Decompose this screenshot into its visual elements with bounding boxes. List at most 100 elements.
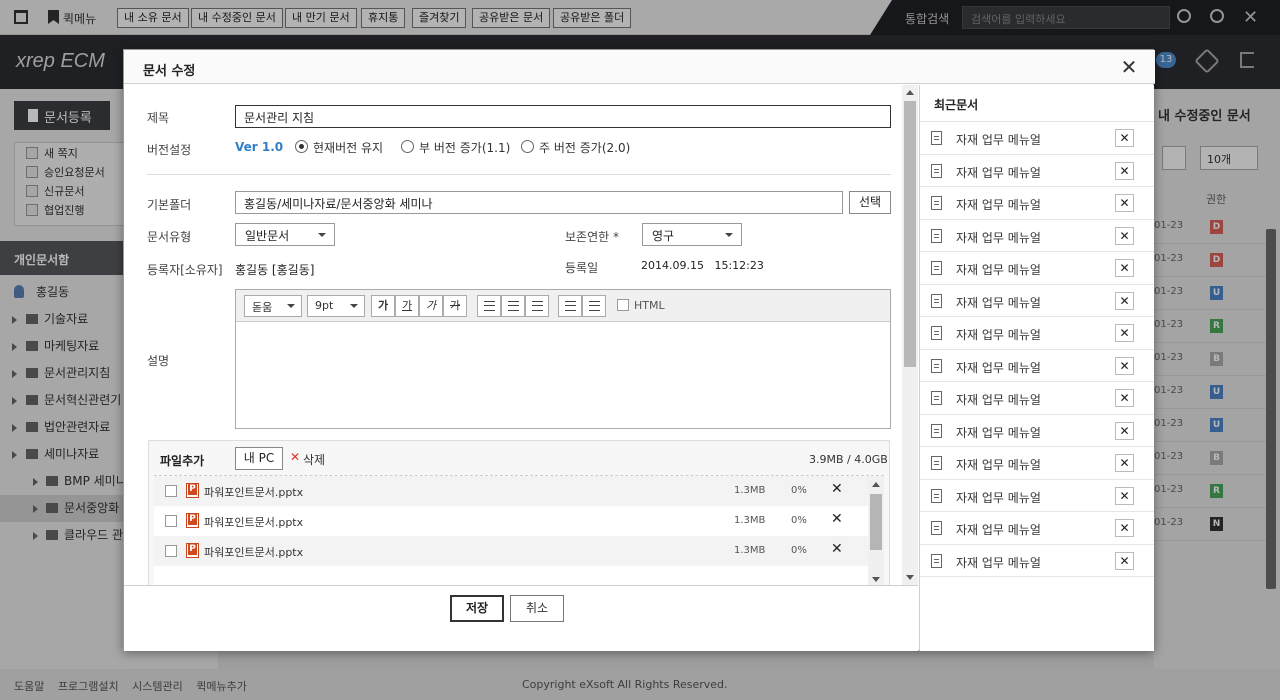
indent-button[interactable] [558,295,582,317]
select-folder-button[interactable]: 선택 [849,191,891,214]
indent-icon [565,301,576,311]
underline-button[interactable]: 가 [395,295,419,317]
document-icon [931,456,942,470]
scroll-down-icon[interactable] [872,577,880,582]
recent-documents-title: 최근문서 [934,98,979,112]
recent-document-name[interactable]: 자재 업무 메뉴얼 [956,521,1041,538]
description-label: 설명 [147,354,170,368]
remove-recent-icon[interactable]: ✕ [1115,226,1134,245]
recent-document-name[interactable]: 자재 업무 메뉴얼 [956,456,1041,473]
recent-document-item[interactable]: 자재 업무 메뉴얼 ✕ [920,415,1154,447]
recent-document-item[interactable]: 자재 업무 메뉴얼 ✕ [920,252,1154,285]
font-size-select[interactable]: 9pt [307,295,365,317]
close-icon[interactable]: ✕ [1118,56,1140,78]
scroll-thumb[interactable] [904,101,916,367]
recent-document-name[interactable]: 자재 업무 메뉴얼 [956,554,1041,571]
recent-document-name[interactable]: 자재 업무 메뉴얼 [956,131,1041,148]
remove-file-icon[interactable]: ✕ [831,511,843,527]
remove-recent-icon[interactable]: ✕ [1115,421,1134,440]
retention-label: 보존연한 * [565,230,619,244]
strikethrough-button[interactable]: 가 [443,295,467,317]
file-checkbox[interactable] [165,485,177,497]
font-size-value: 9pt [315,299,334,312]
modal-header: 문서 수정 ✕ [124,50,1155,84]
folder-path-input[interactable]: 홍길동/세미나자료/문서중앙화 세미나 [235,191,843,214]
save-button[interactable]: 저장 [450,595,504,622]
retention-select[interactable]: 영구 [642,223,742,246]
recent-document-name[interactable]: 자재 업무 메뉴얼 [956,164,1041,181]
recent-document-name[interactable]: 자재 업무 메뉴얼 [956,359,1041,376]
recent-document-item[interactable]: 자재 업무 메뉴얼 ✕ [920,512,1154,545]
recent-document-name[interactable]: 자재 업무 메뉴얼 [956,261,1041,278]
remove-recent-icon[interactable]: ✕ [1115,486,1134,505]
doc-type-select[interactable]: 일반문서 [235,223,335,246]
recent-document-item[interactable]: 자재 업무 메뉴얼 ✕ [920,480,1154,512]
recent-document-name[interactable]: 자재 업무 메뉴얼 [956,391,1041,408]
recent-document-name[interactable]: 자재 업무 메뉴얼 [956,196,1041,213]
scroll-thumb[interactable] [870,494,882,550]
form-scrollbar[interactable] [902,85,918,585]
recent-document-item[interactable]: 자재 업무 메뉴얼 ✕ [920,155,1154,187]
title-input[interactable]: 문서관리 지침 [235,105,891,128]
remove-recent-icon[interactable]: ✕ [1115,519,1134,537]
file-list-scrollbar[interactable] [868,476,884,585]
document-icon [931,553,942,568]
remove-recent-icon[interactable]: ✕ [1115,551,1134,570]
align-center-button[interactable] [501,295,525,317]
file-checkbox[interactable] [165,515,177,527]
scroll-down-icon[interactable] [906,575,914,580]
recent-document-item[interactable]: 자재 업무 메뉴얼 ✕ [920,122,1154,155]
remove-file-icon[interactable]: ✕ [831,541,843,557]
recent-document-name[interactable]: 자재 업무 메뉴얼 [956,229,1041,246]
remove-recent-icon[interactable]: ✕ [1115,356,1134,375]
recent-document-item[interactable]: 자재 업무 메뉴얼 ✕ [920,220,1154,252]
recent-document-item[interactable]: 자재 업무 메뉴얼 ✕ [920,317,1154,350]
recent-document-item[interactable]: 자재 업무 메뉴얼 ✕ [920,350,1154,382]
recent-document-item[interactable]: 자재 업무 메뉴얼 ✕ [920,285,1154,317]
radio-keep-version[interactable]: 현재버전 유지 [295,139,383,156]
recent-document-name[interactable]: 자재 업무 메뉴얼 [956,326,1041,343]
cancel-button[interactable]: 취소 [510,595,564,622]
file-checkbox[interactable] [165,545,177,557]
file-progress: 0% [791,545,807,556]
form-area: 제목 문서관리 지침 버전설정 Ver 1.0 현재버전 유지 부 버전 증가(… [124,85,918,585]
align-right-button[interactable] [525,295,549,317]
remove-recent-icon[interactable]: ✕ [1115,291,1134,310]
recent-document-item[interactable]: 자재 업무 메뉴얼 ✕ [920,382,1154,415]
recent-document-name[interactable]: 자재 업무 메뉴얼 [956,294,1041,311]
recent-document-name[interactable]: 자재 업무 메뉴얼 [956,424,1041,441]
recent-document-item[interactable]: 자재 업무 메뉴얼 ✕ [920,447,1154,480]
file-attach-box: 파일추가 내 PC 삭제 3.9MB / 4.0GB 파워포인트문서.pptx … [148,440,890,585]
radio-minor-version[interactable]: 부 버전 증가(1.1) [401,139,510,156]
chevron-down-icon [725,233,733,237]
powerpoint-file-icon [186,483,199,498]
recent-document-item[interactable]: 자재 업무 메뉴얼 ✕ [920,545,1154,577]
radio-major-version[interactable]: 주 버전 증가(2.0) [521,139,630,156]
document-icon [931,391,942,405]
html-mode-checkbox[interactable] [617,299,629,311]
remove-file-icon[interactable]: ✕ [831,481,843,497]
version-value: Ver 1.0 [235,140,284,154]
remove-recent-icon[interactable]: ✕ [1115,259,1134,277]
recent-document-name[interactable]: 자재 업무 메뉴얼 [956,489,1041,506]
divider [147,174,891,175]
scroll-up-icon[interactable] [906,90,914,95]
document-icon [931,261,942,275]
bold-button[interactable]: 가 [371,295,395,317]
remove-recent-icon[interactable]: ✕ [1115,129,1134,147]
delete-files-button[interactable]: 삭제 [290,450,325,468]
recent-document-item[interactable]: 자재 업무 메뉴얼 ✕ [920,187,1154,220]
scroll-up-icon[interactable] [872,482,880,487]
remove-recent-icon[interactable]: ✕ [1115,454,1134,472]
remove-recent-icon[interactable]: ✕ [1115,389,1134,407]
font-family-select[interactable]: 돋움 [244,295,302,317]
outdent-button[interactable] [582,295,606,317]
edit-document-modal: 문서 수정 ✕ 제목 문서관리 지침 버전설정 Ver 1.0 현재버전 유지 … [123,49,1155,651]
remove-recent-icon[interactable]: ✕ [1115,194,1134,212]
remove-recent-icon[interactable]: ✕ [1115,161,1134,180]
description-editor: 돋움 9pt 가 가 가 가 HTML [235,289,891,429]
add-from-pc-button[interactable]: 내 PC [235,447,283,470]
italic-button[interactable]: 가 [419,295,443,317]
remove-recent-icon[interactable]: ✕ [1115,324,1134,342]
align-left-button[interactable] [477,295,501,317]
